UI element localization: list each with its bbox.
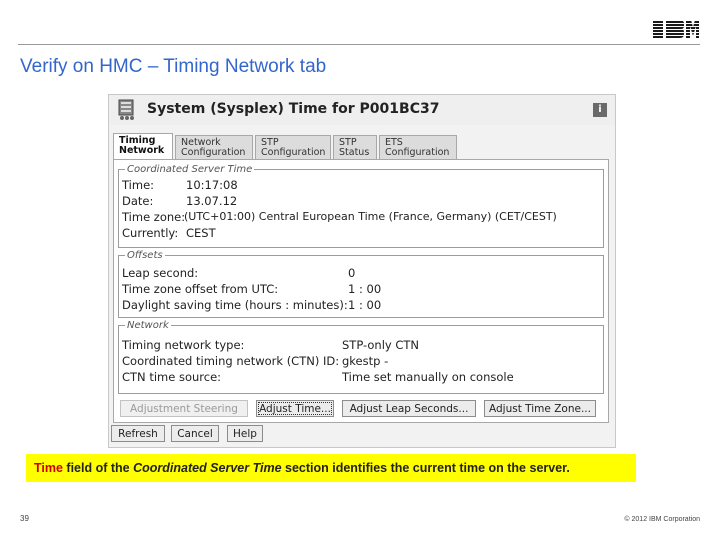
- system-time-dialog: System (Sysplex) Time for P001BC37 i Tim…: [108, 94, 616, 448]
- cst-legend: Coordinated Server Time: [127, 164, 253, 175]
- refresh-button[interactable]: Refresh: [111, 425, 165, 442]
- caption-banner: Time field of the Coordinated Server Tim…: [26, 454, 636, 482]
- adjust-time-button[interactable]: Adjust Time...: [256, 400, 334, 417]
- caption-text-1: field of the: [62, 461, 134, 475]
- caption-highlight: Time: [34, 461, 63, 475]
- caption-text-2: section identifies the current time on t…: [281, 461, 570, 475]
- currently-label: Currently:: [122, 226, 179, 240]
- ctn-id-label: Coordinated timing network (CTN) ID:: [122, 354, 340, 368]
- timezone-value: (UTC+01:00) Central European Time (Franc…: [184, 210, 557, 223]
- offsets-legend: Offsets: [127, 250, 163, 261]
- dialog-header: System (Sysplex) Time for P001BC37 i: [109, 95, 615, 125]
- page-number: 39: [20, 514, 29, 523]
- tab-timing-network[interactable]: Timing Network: [113, 133, 173, 159]
- currently-value: CEST: [186, 226, 216, 240]
- adjustment-steering-button[interactable]: Adjustment Steering: [120, 400, 248, 417]
- copyright: © 2012 IBM Corporation: [624, 516, 700, 523]
- tab-stp-configuration[interactable]: STP Configuration: [255, 135, 331, 159]
- time-value: 10:17:08: [186, 178, 238, 192]
- slide-title: Verify on HMC – Timing Network tab: [20, 56, 327, 77]
- info-icon[interactable]: i: [593, 103, 607, 117]
- leap-second-label: Leap second:: [122, 266, 199, 280]
- tab-bar: Timing Network Network Configuration STP…: [113, 133, 613, 159]
- caption-text-italic: Coordinated Server Time: [133, 461, 282, 475]
- help-button[interactable]: Help: [227, 425, 263, 442]
- header-rule: [18, 44, 700, 45]
- tab-network-configuration[interactable]: Network Configuration: [175, 135, 253, 159]
- dst-label: Daylight saving time (hours : minutes):: [122, 298, 348, 312]
- timing-network-panel: Coordinated Server Time Time: 10:17:08 D…: [113, 159, 609, 423]
- dst-value: 1 : 00: [348, 298, 382, 312]
- ibm-logo: [653, 20, 699, 38]
- network-type-label: Timing network type:: [122, 338, 245, 352]
- tz-offset-value: 1 : 00: [348, 282, 382, 296]
- date-value: 13.07.12: [186, 194, 238, 208]
- ctn-id-value: gkestp -: [342, 354, 389, 368]
- tab-ets-configuration[interactable]: ETS Configuration: [379, 135, 457, 159]
- ctn-source-value: Time set manually on console: [342, 370, 514, 384]
- date-label: Date:: [122, 194, 154, 208]
- time-label: Time:: [122, 178, 155, 192]
- server-clock-icon: [118, 99, 134, 120]
- adjust-time-zone-button[interactable]: Adjust Time Zone...: [484, 400, 596, 417]
- tab-stp-status[interactable]: STP Status: [333, 135, 377, 159]
- ctn-source-label: CTN time source:: [122, 370, 222, 384]
- network-legend: Network: [127, 320, 169, 331]
- network-type-value: STP-only CTN: [342, 338, 420, 352]
- adjust-leap-seconds-button[interactable]: Adjust Leap Seconds...: [342, 400, 476, 417]
- leap-second-value: 0: [348, 266, 356, 280]
- tz-offset-label: Time zone offset from UTC:: [122, 282, 279, 296]
- timezone-label: Time zone:: [122, 210, 186, 224]
- dialog-title: System (Sysplex) Time for P001BC37: [147, 101, 440, 117]
- cancel-button[interactable]: Cancel: [171, 425, 219, 442]
